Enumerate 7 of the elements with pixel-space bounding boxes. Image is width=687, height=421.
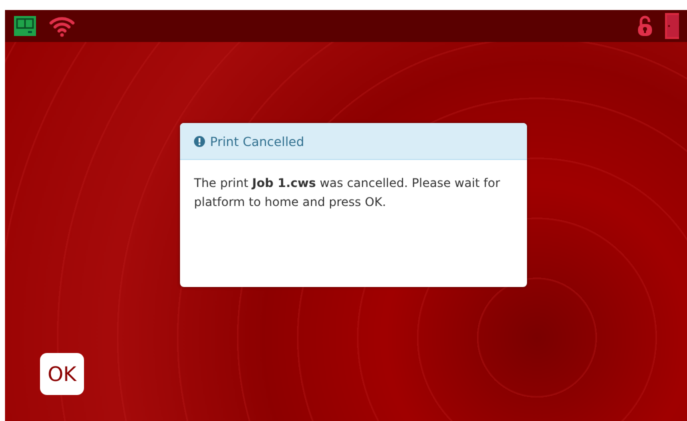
printer-icon[interactable] <box>13 15 37 37</box>
dialog-title: Print Cancelled <box>210 134 304 148</box>
exclamation-icon <box>194 136 205 146</box>
wifi-icon[interactable] <box>49 15 75 37</box>
dialog-message: The print Job 1.cws was cancelled. Please wait for platform to home and press OK. <box>193 175 502 211</box>
padlock-icon[interactable] <box>637 15 653 37</box>
ok-button[interactable]: OK <box>40 353 84 395</box>
